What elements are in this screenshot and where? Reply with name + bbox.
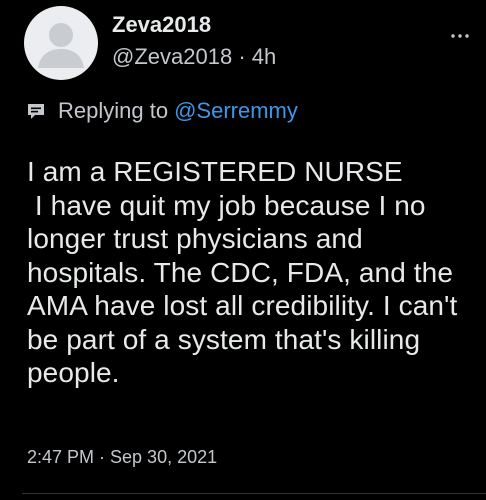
avatar[interactable] — [24, 6, 98, 80]
author-handle[interactable]: @Zeva2018 — [112, 44, 232, 69]
default-avatar-icon — [38, 23, 84, 68]
replying-to-label: Replying to — [58, 98, 169, 123]
time-ago[interactable]: 4h — [252, 44, 276, 69]
tweet-timestamp[interactable]: 2:47 PM · Sep 30, 2021 — [27, 447, 217, 468]
divider — [22, 493, 486, 494]
tweet-text: I am a REGISTERED NURSE I have quit my j… — [27, 156, 458, 388]
author-display-name[interactable]: Zeva2018 — [112, 12, 211, 38]
more-options-icon[interactable] — [448, 24, 472, 48]
meta-separator: · — [238, 44, 246, 69]
speech-bubble-icon — [26, 101, 46, 121]
author-meta: @Zeva2018 · 4h — [112, 44, 276, 70]
reply-mention-link[interactable]: @Serremmy — [174, 98, 298, 124]
replying-to: Replying to @Serremmy — [26, 96, 298, 126]
